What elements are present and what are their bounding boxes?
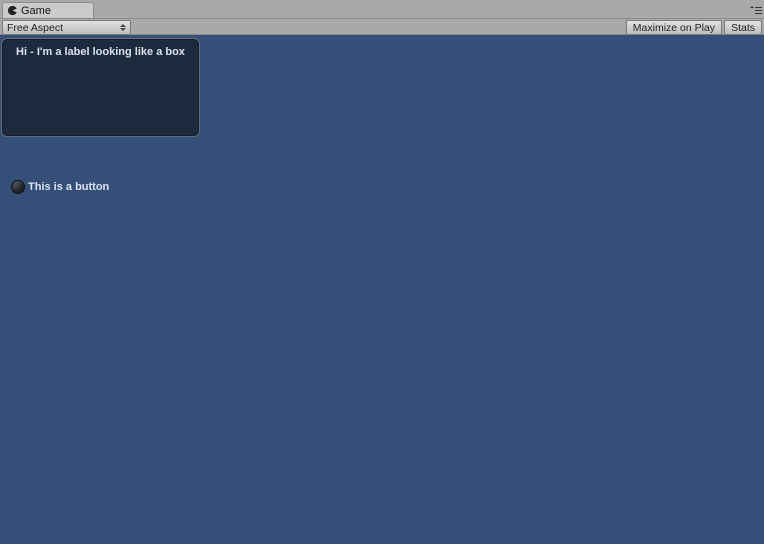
tab-game[interactable]: Game xyxy=(2,2,94,18)
chevron-updown-icon xyxy=(120,24,126,31)
stats-label: Stats xyxy=(731,22,755,34)
toggle-icon xyxy=(11,180,25,194)
gui-toggle-label: This is a button xyxy=(28,181,109,193)
gui-box-label: Hi - I'm a label looking like a box xyxy=(1,38,200,137)
aspect-dropdown-value: Free Aspect xyxy=(7,22,63,34)
gui-toggle[interactable]: This is a button xyxy=(11,180,109,194)
stats-button[interactable]: Stats xyxy=(724,20,762,35)
tab-bar: Game xyxy=(0,0,764,18)
game-toolbar: Free Aspect Maximize on Play Stats xyxy=(0,18,764,35)
tab-title: Game xyxy=(21,5,51,17)
maximize-on-play-button[interactable]: Maximize on Play xyxy=(626,20,722,35)
toolbar-spacer xyxy=(131,19,624,34)
aspect-dropdown[interactable]: Free Aspect xyxy=(2,20,131,35)
pacman-icon xyxy=(7,5,18,16)
maximize-on-play-label: Maximize on Play xyxy=(633,22,715,34)
game-view[interactable]: Hi - I'm a label looking like a box This… xyxy=(0,35,764,544)
gui-box-text: Hi - I'm a label looking like a box xyxy=(16,46,185,58)
window-menu-icon[interactable] xyxy=(750,4,762,18)
